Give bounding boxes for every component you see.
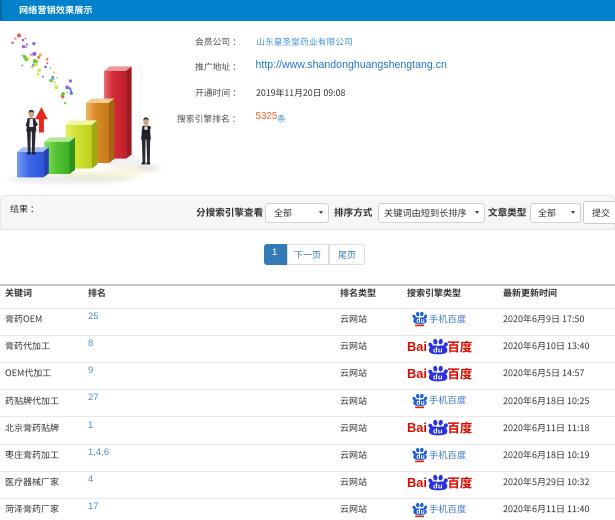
svg-text:Bai: Bai [407,339,427,354]
svg-text:Bai: Bai [407,366,427,381]
svg-text:Bai: Bai [407,475,427,490]
svg-text:Bai: Bai [407,420,427,435]
